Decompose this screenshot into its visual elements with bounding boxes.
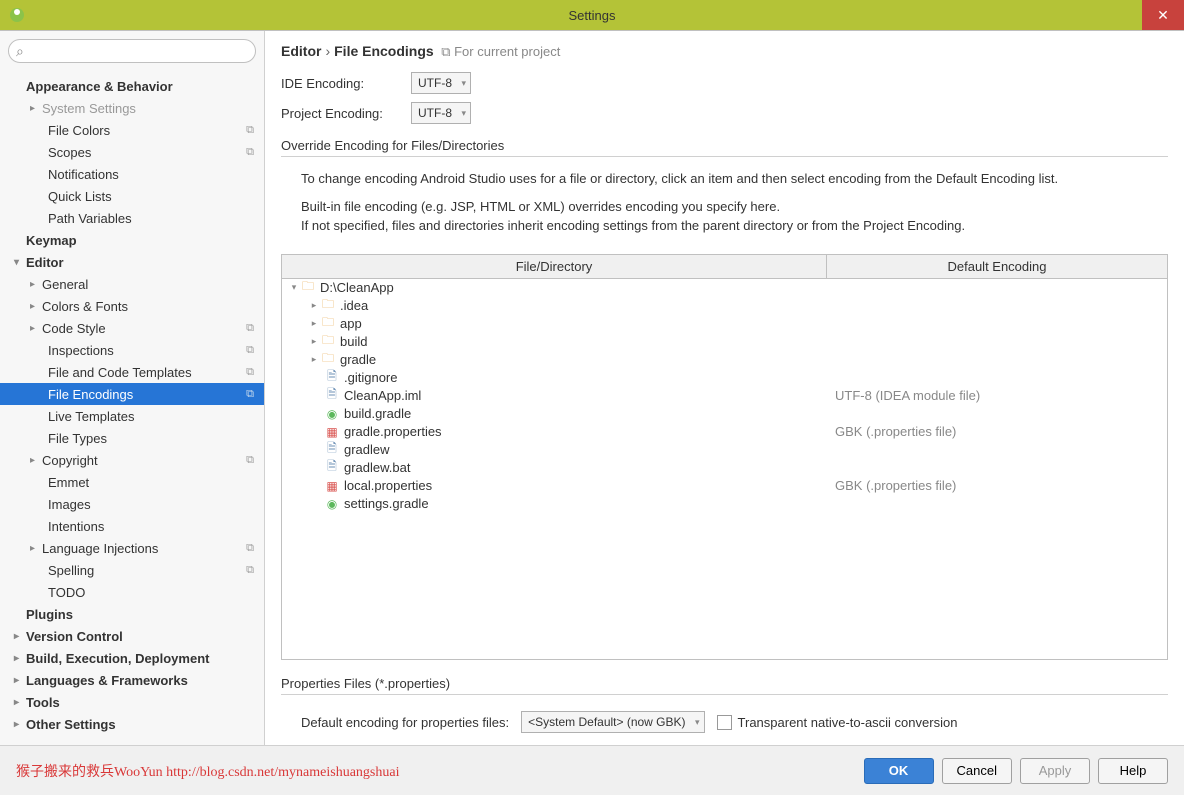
sidebar-item-todo[interactable]: TODO bbox=[0, 581, 264, 603]
transparent-checkbox-label[interactable]: Transparent native-to-ascii conversion bbox=[717, 715, 958, 730]
folder-icon: 🗀 bbox=[320, 353, 336, 367]
file-row[interactable]: 🗎.gitignore bbox=[282, 369, 1167, 387]
sidebar-item-system[interactable]: ▸System Settings bbox=[0, 97, 264, 119]
file-row[interactable]: 🗎gradlew bbox=[282, 441, 1167, 459]
sidebar-item-quicklists[interactable]: Quick Lists bbox=[0, 185, 264, 207]
file-row[interactable]: ◉build.gradle bbox=[282, 405, 1167, 423]
file-row[interactable]: ▸🗀.idea bbox=[282, 297, 1167, 315]
copy-icon: ⧉ bbox=[246, 322, 254, 335]
close-button[interactable]: ✕ bbox=[1142, 0, 1184, 30]
sidebar-item-codestyle[interactable]: ▸Code Style⧉ bbox=[0, 317, 264, 339]
sidebar-item-intentions[interactable]: Intentions bbox=[0, 515, 264, 537]
sidebar-item-encodings[interactable]: File Encodings⧉ bbox=[0, 383, 264, 405]
folder-icon: 🗀 bbox=[300, 281, 316, 295]
ide-encoding-dropdown[interactable]: UTF-8 bbox=[411, 72, 471, 94]
sidebar-item-notifications[interactable]: Notifications bbox=[0, 163, 264, 185]
copy-icon: ⧉ bbox=[246, 146, 254, 159]
sidebar-item-keymap[interactable]: Keymap bbox=[0, 229, 264, 251]
copy-icon: ⧉ bbox=[246, 388, 254, 401]
copy-icon: ⧉ bbox=[246, 344, 254, 357]
file-row[interactable]: ▸🗀build bbox=[282, 333, 1167, 351]
file-row[interactable]: ◉settings.gradle bbox=[282, 495, 1167, 513]
sidebar-item-emmet[interactable]: Emmet bbox=[0, 471, 264, 493]
text-file-icon: 🗎 bbox=[324, 371, 340, 385]
help-button[interactable]: Help bbox=[1098, 758, 1168, 784]
file-row[interactable]: ▸🗀app bbox=[282, 315, 1167, 333]
copy-icon: ⧉ bbox=[246, 542, 254, 555]
sidebar-item-livetemplates[interactable]: Live Templates bbox=[0, 405, 264, 427]
titlebar: Settings ✕ bbox=[0, 0, 1184, 30]
breadcrumb: Editor›File Encodings ⧉ For current proj… bbox=[281, 43, 1168, 60]
copy-icon: ⧉ bbox=[246, 366, 254, 379]
app-icon bbox=[8, 6, 26, 24]
file-row[interactable]: ▾🗀D:\CleanApp bbox=[282, 279, 1167, 297]
transparent-checkbox[interactable] bbox=[717, 715, 732, 730]
properties-file-icon: ▦ bbox=[324, 479, 340, 493]
sidebar-item-copyright[interactable]: ▸Copyright⧉ bbox=[0, 449, 264, 471]
sidebar-item-build[interactable]: ▸Build, Execution, Deployment bbox=[0, 647, 264, 669]
file-row[interactable]: ▸🗀gradle bbox=[282, 351, 1167, 369]
sidebar-item-langframe[interactable]: ▸Languages & Frameworks bbox=[0, 669, 264, 691]
sidebar-item-tools[interactable]: ▸Tools bbox=[0, 691, 264, 713]
gradle-file-icon: ◉ bbox=[324, 497, 340, 511]
cancel-button[interactable]: Cancel bbox=[942, 758, 1012, 784]
file-row[interactable]: 🗎gradlew.bat bbox=[282, 459, 1167, 477]
sidebar-item-spelling[interactable]: Spelling⧉ bbox=[0, 559, 264, 581]
default-props-encoding-dropdown[interactable]: <System Default> (now GBK) bbox=[521, 711, 704, 733]
col-encoding[interactable]: Default Encoding bbox=[827, 255, 1167, 278]
properties-file-icon: ▦ bbox=[324, 425, 340, 439]
sidebar-item-appearance[interactable]: Appearance & Behavior bbox=[0, 75, 264, 97]
sidebar-item-versioncontrol[interactable]: ▸Version Control bbox=[0, 625, 264, 647]
file-row[interactable]: 🗎CleanApp.imlUTF-8 (IDEA module file) bbox=[282, 387, 1167, 405]
bottom-bar: 猴子搬来的救兵WooYun http://blog.csdn.net/mynam… bbox=[0, 745, 1184, 795]
sidebar-item-templates[interactable]: File and Code Templates⧉ bbox=[0, 361, 264, 383]
default-props-encoding-label: Default encoding for properties files: bbox=[301, 715, 509, 730]
project-encoding-dropdown[interactable]: UTF-8 bbox=[411, 102, 471, 124]
apply-button[interactable]: Apply bbox=[1020, 758, 1090, 784]
window-title: Settings bbox=[569, 8, 616, 23]
sidebar-item-inspections[interactable]: Inspections⧉ bbox=[0, 339, 264, 361]
search-input[interactable] bbox=[8, 39, 256, 63]
sidebar: ⌕ Appearance & Behavior ▸System Settings… bbox=[0, 31, 265, 745]
iml-file-icon: 🗎 bbox=[324, 389, 340, 403]
settings-tree: Appearance & Behavior ▸System Settings F… bbox=[0, 71, 264, 745]
copy-icon: ⧉ bbox=[246, 124, 254, 137]
sidebar-item-general[interactable]: ▸General bbox=[0, 273, 264, 295]
sidebar-item-plugins[interactable]: Plugins bbox=[0, 603, 264, 625]
gradle-file-icon: ◉ bbox=[324, 407, 340, 421]
info-text: To change encoding Android Studio uses f… bbox=[281, 165, 1168, 254]
sidebar-item-pathvars[interactable]: Path Variables bbox=[0, 207, 264, 229]
properties-section-title: Properties Files (*.properties) bbox=[281, 676, 1168, 695]
sidebar-item-filetypes[interactable]: File Types bbox=[0, 427, 264, 449]
text-file-icon: 🗎 bbox=[324, 461, 340, 475]
sidebar-item-other[interactable]: ▸Other Settings bbox=[0, 713, 264, 735]
copy-icon: ⧉ bbox=[246, 454, 254, 467]
file-row[interactable]: ▦gradle.propertiesGBK (.properties file) bbox=[282, 423, 1167, 441]
text-file-icon: 🗎 bbox=[324, 443, 340, 457]
sidebar-item-colorsfonts[interactable]: ▸Colors & Fonts bbox=[0, 295, 264, 317]
watermark-text: 猴子搬来的救兵WooYun http://blog.csdn.net/mynam… bbox=[16, 761, 399, 781]
override-section-title: Override Encoding for Files/Directories bbox=[281, 138, 1168, 157]
search-icon: ⌕ bbox=[16, 43, 24, 60]
sidebar-item-images[interactable]: Images bbox=[0, 493, 264, 515]
folder-icon: 🗀 bbox=[320, 335, 336, 349]
folder-icon: 🗀 bbox=[320, 317, 336, 331]
folder-icon: 🗀 bbox=[320, 299, 336, 313]
sidebar-item-langinject[interactable]: ▸Language Injections⧉ bbox=[0, 537, 264, 559]
copy-icon: ⧉ bbox=[246, 564, 254, 577]
main-panel: Editor›File Encodings ⧉ For current proj… bbox=[265, 31, 1184, 745]
project-encoding-label: Project Encoding: bbox=[281, 106, 411, 121]
file-row[interactable]: ▦local.propertiesGBK (.properties file) bbox=[282, 477, 1167, 495]
sidebar-item-scopes[interactable]: Scopes⧉ bbox=[0, 141, 264, 163]
sidebar-item-filecolors[interactable]: File Colors⧉ bbox=[0, 119, 264, 141]
col-file[interactable]: File/Directory bbox=[282, 255, 827, 278]
ok-button[interactable]: OK bbox=[864, 758, 934, 784]
ide-encoding-label: IDE Encoding: bbox=[281, 76, 411, 91]
sidebar-item-editor[interactable]: ▾Editor bbox=[0, 251, 264, 273]
file-table: File/Directory Default Encoding ▾🗀D:\Cle… bbox=[281, 254, 1168, 661]
